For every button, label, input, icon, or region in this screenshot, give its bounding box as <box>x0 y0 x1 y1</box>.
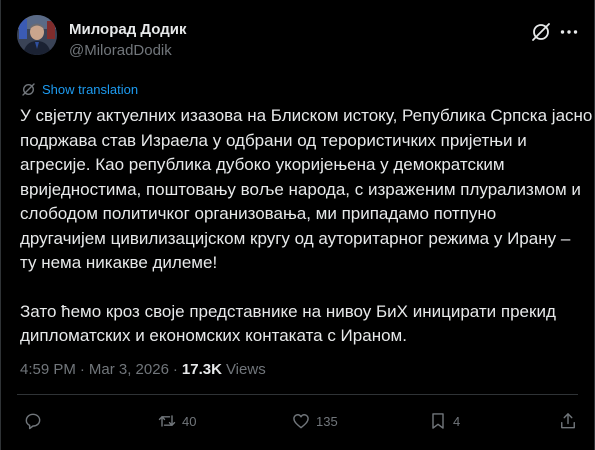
post-time[interactable]: 4:59 PM <box>20 361 76 378</box>
bookmark-count: 4 <box>453 413 461 429</box>
like-count: 135 <box>316 413 338 429</box>
grok-icon <box>532 23 550 41</box>
share-button[interactable] <box>558 406 578 436</box>
bookmark-icon <box>432 413 444 429</box>
reply-button[interactable] <box>23 406 48 436</box>
meta-separator: · <box>79 361 85 378</box>
author-handle[interactable]: @MiloradDodik <box>69 42 172 59</box>
tweet-text-line: агресије. Као република дубоко укоријење… <box>20 155 505 174</box>
tweet-text-line: ту нема никакве дилеме! <box>20 253 218 272</box>
tweet-text-line: Зато ћемо кроз своје представнике на нив… <box>20 301 556 321</box>
tweet-header: Милорад Додик @MiloradDodik <box>17 15 578 61</box>
avatar[interactable] <box>17 15 57 55</box>
share-icon <box>561 413 575 429</box>
grok-button[interactable] <box>530 21 552 43</box>
more-icon <box>560 30 578 34</box>
repost-button[interactable]: 40 <box>157 406 196 436</box>
author-name[interactable]: Милорад Додик <box>69 21 187 38</box>
views-count[interactable]: 17.3K <box>182 361 222 378</box>
reply-icon <box>25 413 41 430</box>
divider <box>17 394 578 395</box>
repost-icon <box>158 415 176 427</box>
tweet-text-line: подржава став Израела у одбрани од терор… <box>20 130 527 150</box>
heart-icon <box>293 414 309 429</box>
views-label: Views <box>225 361 266 378</box>
tweet-card: Милорад Додик @MiloradDodik Show transla… <box>0 0 595 450</box>
tweet-text: У свјетлу актуелних изазова на Блиском и… <box>20 104 593 349</box>
post-date[interactable]: Mar 3, 2026 <box>89 361 169 378</box>
tweet-meta: 4:59 PM · Mar 3, 2026 · 17.3K Views <box>20 361 266 378</box>
show-translation-label: Show translation <box>42 82 139 97</box>
tweet-text-line: У свјетлу актуелних изазова на Блиском и… <box>20 106 593 125</box>
action-bar: 40 135 4 <box>17 406 578 436</box>
tweet-text-line: вриједностима, поштовању воље народа, с … <box>20 179 581 199</box>
like-button[interactable]: 135 <box>291 406 338 436</box>
show-translation-link[interactable]: Show translation <box>21 82 138 97</box>
bookmark-button[interactable]: 4 <box>428 406 460 436</box>
tweet-text-line: слободом политичког организовања, ми при… <box>20 204 497 223</box>
tweet-text-line: дипломатских и економских контаката с Ир… <box>20 326 407 345</box>
tweet-text-line: другачијем цивилизацијском кругу од ауто… <box>20 228 571 248</box>
more-button[interactable] <box>558 21 580 43</box>
avatar-image <box>17 15 57 55</box>
translate-icon <box>22 83 35 96</box>
repost-count: 40 <box>182 413 197 429</box>
meta-separator: · <box>172 361 178 378</box>
